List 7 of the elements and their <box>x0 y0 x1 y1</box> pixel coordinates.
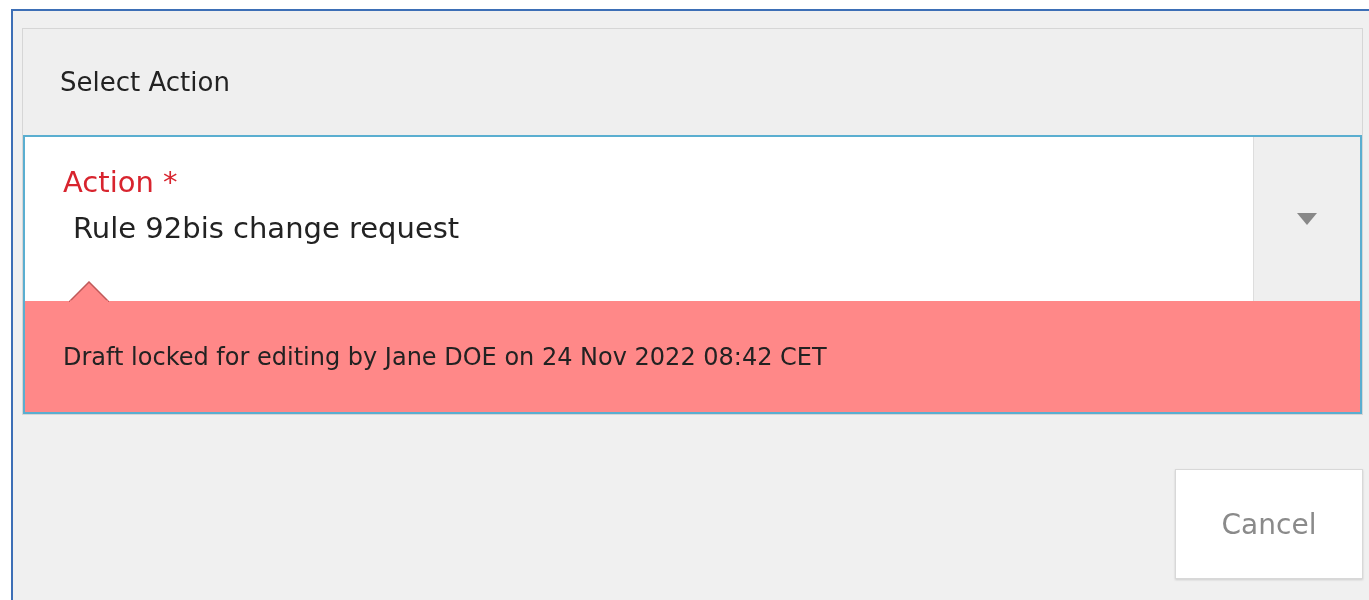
field-label: Action * <box>63 165 178 199</box>
error-message: Draft locked for editing by Jane DOE on 24 Nov 2022 08:42 CET <box>63 342 827 371</box>
field-value: Rule 92bis change request <box>72 211 460 245</box>
caret-icon <box>1297 213 1317 225</box>
action-field[interactable]: Action * Rule 92bis change request <box>25 137 1360 301</box>
dropdown-button[interactable] <box>1253 137 1360 301</box>
dialog-title: Select Action <box>60 67 230 97</box>
